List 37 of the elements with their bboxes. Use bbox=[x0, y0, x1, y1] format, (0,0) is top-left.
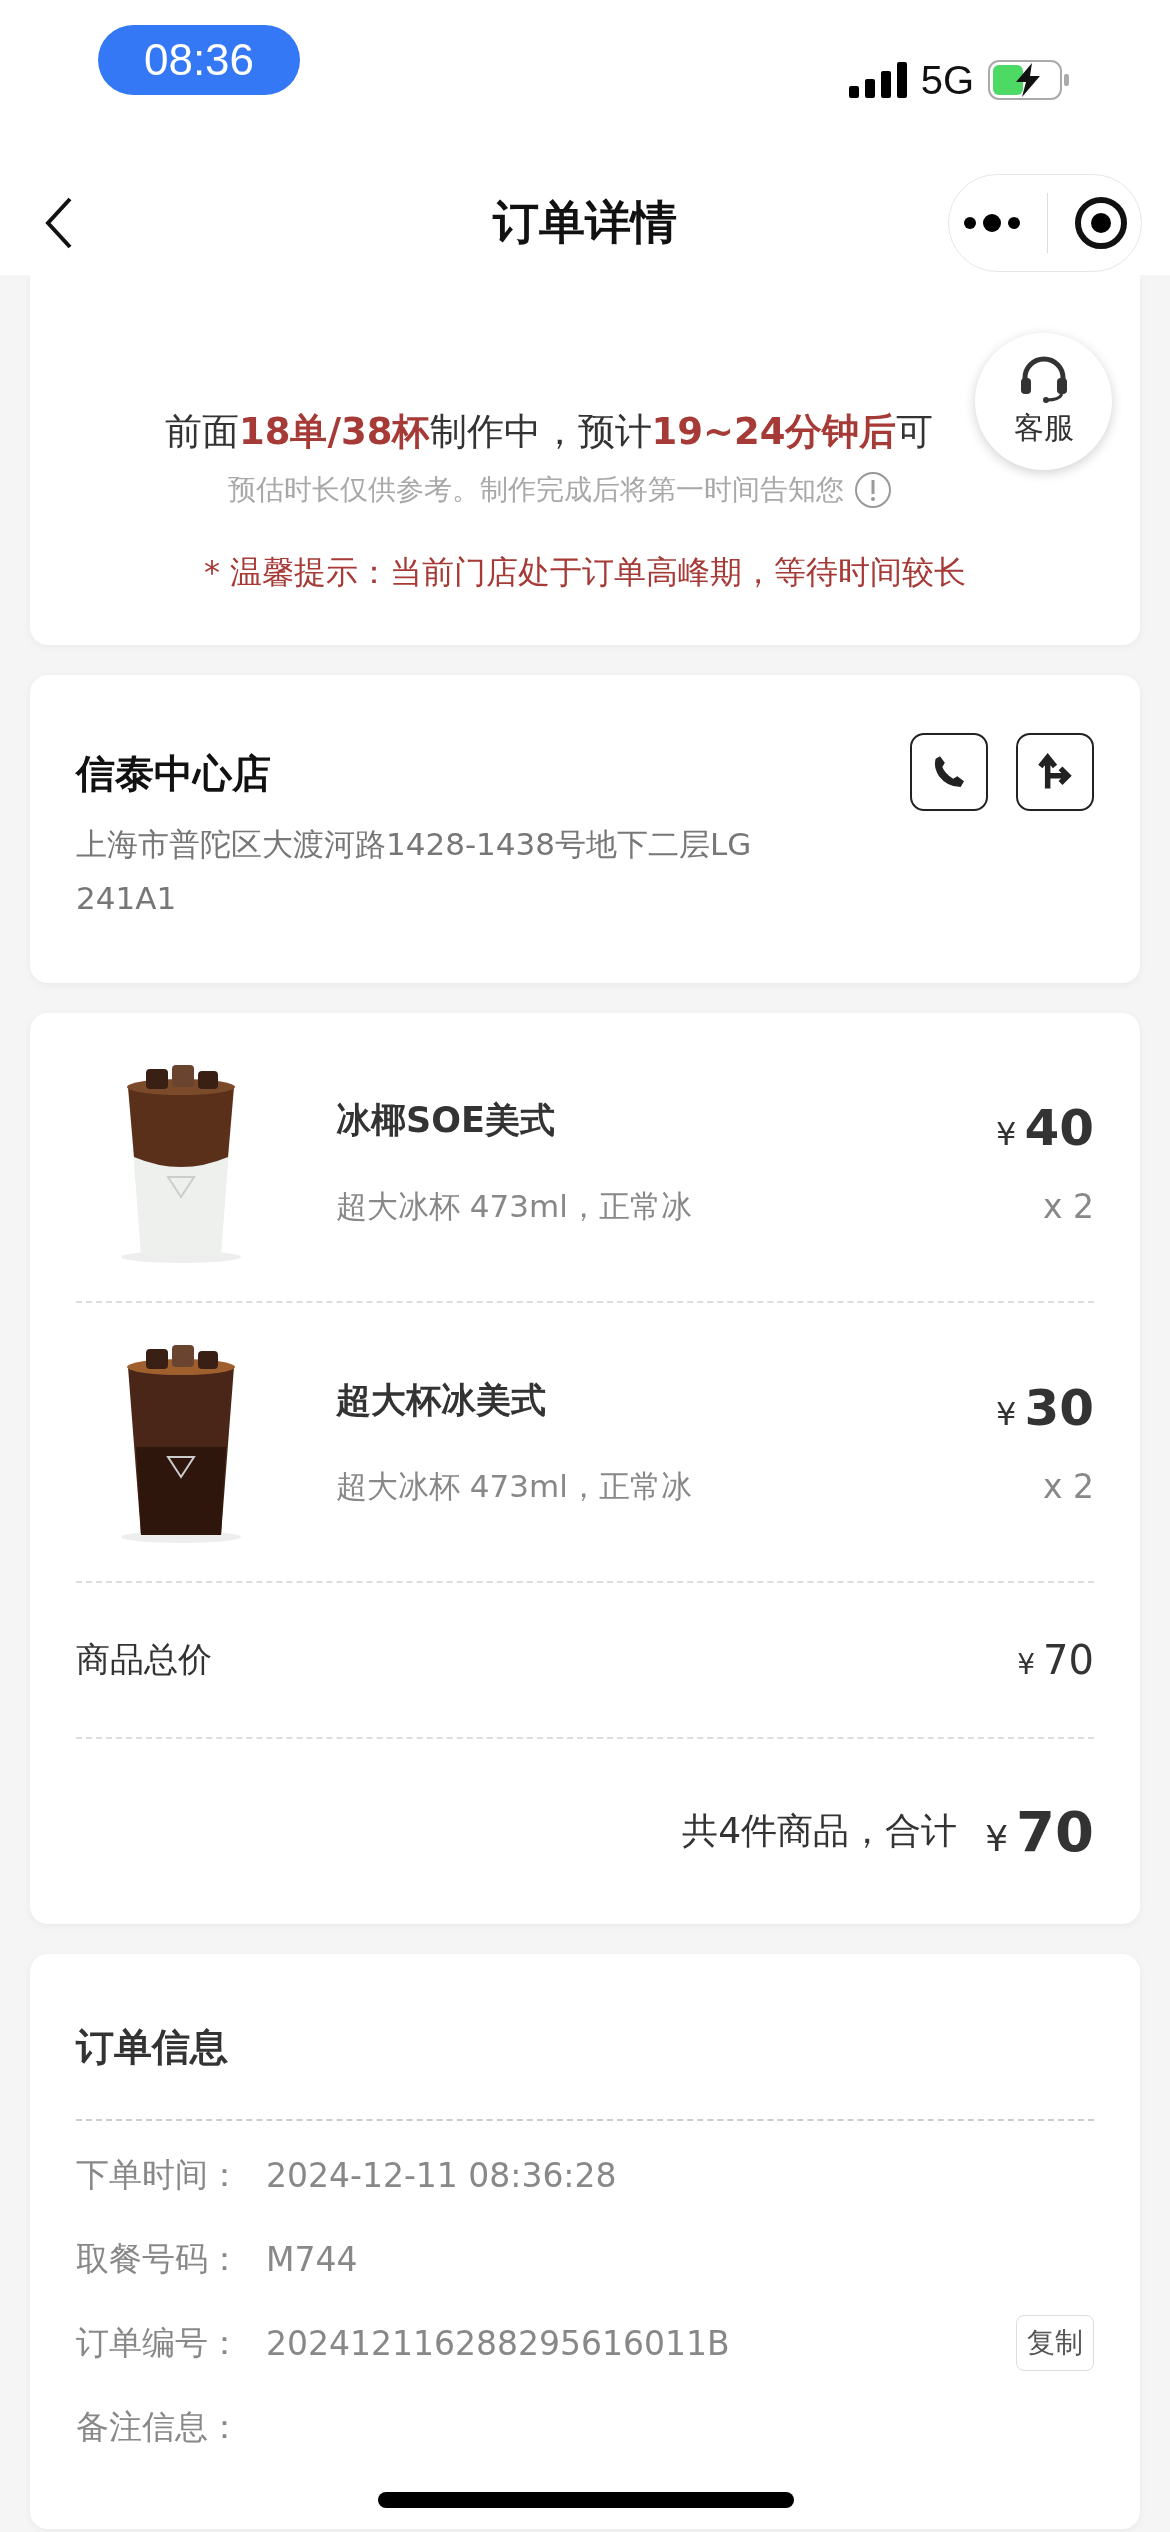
info-value: M744 bbox=[266, 2239, 358, 2279]
info-value: 2024-12-11 08:36:28 bbox=[266, 2155, 617, 2195]
product-options: 超大冰杯 473ml，正常冰 bbox=[336, 1465, 997, 1508]
section-title: 订单信息 bbox=[76, 1998, 1094, 2121]
info-value: 202412116288295616011B bbox=[266, 2323, 730, 2363]
phone-button[interactable] bbox=[910, 733, 988, 811]
product-name: 超大杯冰美式 bbox=[336, 1378, 547, 1422]
total-amount: ¥70 bbox=[985, 1799, 1094, 1864]
info-label: 下单时间： bbox=[76, 2153, 242, 2196]
close-button[interactable] bbox=[1074, 195, 1129, 250]
store-address: 上海市普陀区大渡河路1428-1438号地下二层LG 241A1 bbox=[76, 825, 753, 918]
page-title: 订单详情 bbox=[493, 193, 677, 251]
product-options: 超大冰杯 473ml，正常冰 bbox=[336, 1185, 997, 1228]
signal-icon bbox=[848, 62, 907, 98]
info-icon[interactable] bbox=[854, 471, 892, 509]
product-price: ¥ 40 bbox=[996, 1098, 1094, 1157]
more-button[interactable] bbox=[961, 212, 1022, 233]
directions-button[interactable] bbox=[1016, 733, 1094, 811]
product-quantity: x 2 bbox=[1043, 1466, 1094, 1506]
product-quantity: x 2 bbox=[1043, 1186, 1094, 1226]
network-label: 5G bbox=[920, 57, 974, 103]
wait-estimate: 前面18单/38杯制作中，预计19~24分钟后可 bbox=[165, 409, 934, 455]
info-label: 取餐号码： bbox=[76, 2237, 242, 2280]
info-label: 订单编号： bbox=[76, 2321, 242, 2364]
store-name: 信泰中心店 bbox=[76, 750, 271, 798]
copy-button[interactable]: 复制 bbox=[1016, 2315, 1094, 2371]
product-price: ¥ 30 bbox=[996, 1378, 1094, 1437]
back-button[interactable] bbox=[44, 195, 74, 250]
estimate-note: 预估时长仅供参考。制作完成后将第一时间告知您 bbox=[228, 472, 844, 508]
product-name: 冰椰SOE美式 bbox=[336, 1098, 556, 1142]
status-time: 08:36 bbox=[98, 25, 300, 95]
total-label: 共4件商品，合计 bbox=[682, 1809, 958, 1853]
peak-tip: * 温馨提示：当前门店处于订单高峰期，等待时间较长 bbox=[202, 552, 968, 593]
battery-icon bbox=[988, 60, 1070, 100]
info-label: 备注信息： bbox=[76, 2405, 242, 2448]
subtotal-label: 商品总价 bbox=[76, 1638, 212, 1681]
subtotal-amount: ¥ 70 bbox=[1017, 1637, 1094, 1683]
